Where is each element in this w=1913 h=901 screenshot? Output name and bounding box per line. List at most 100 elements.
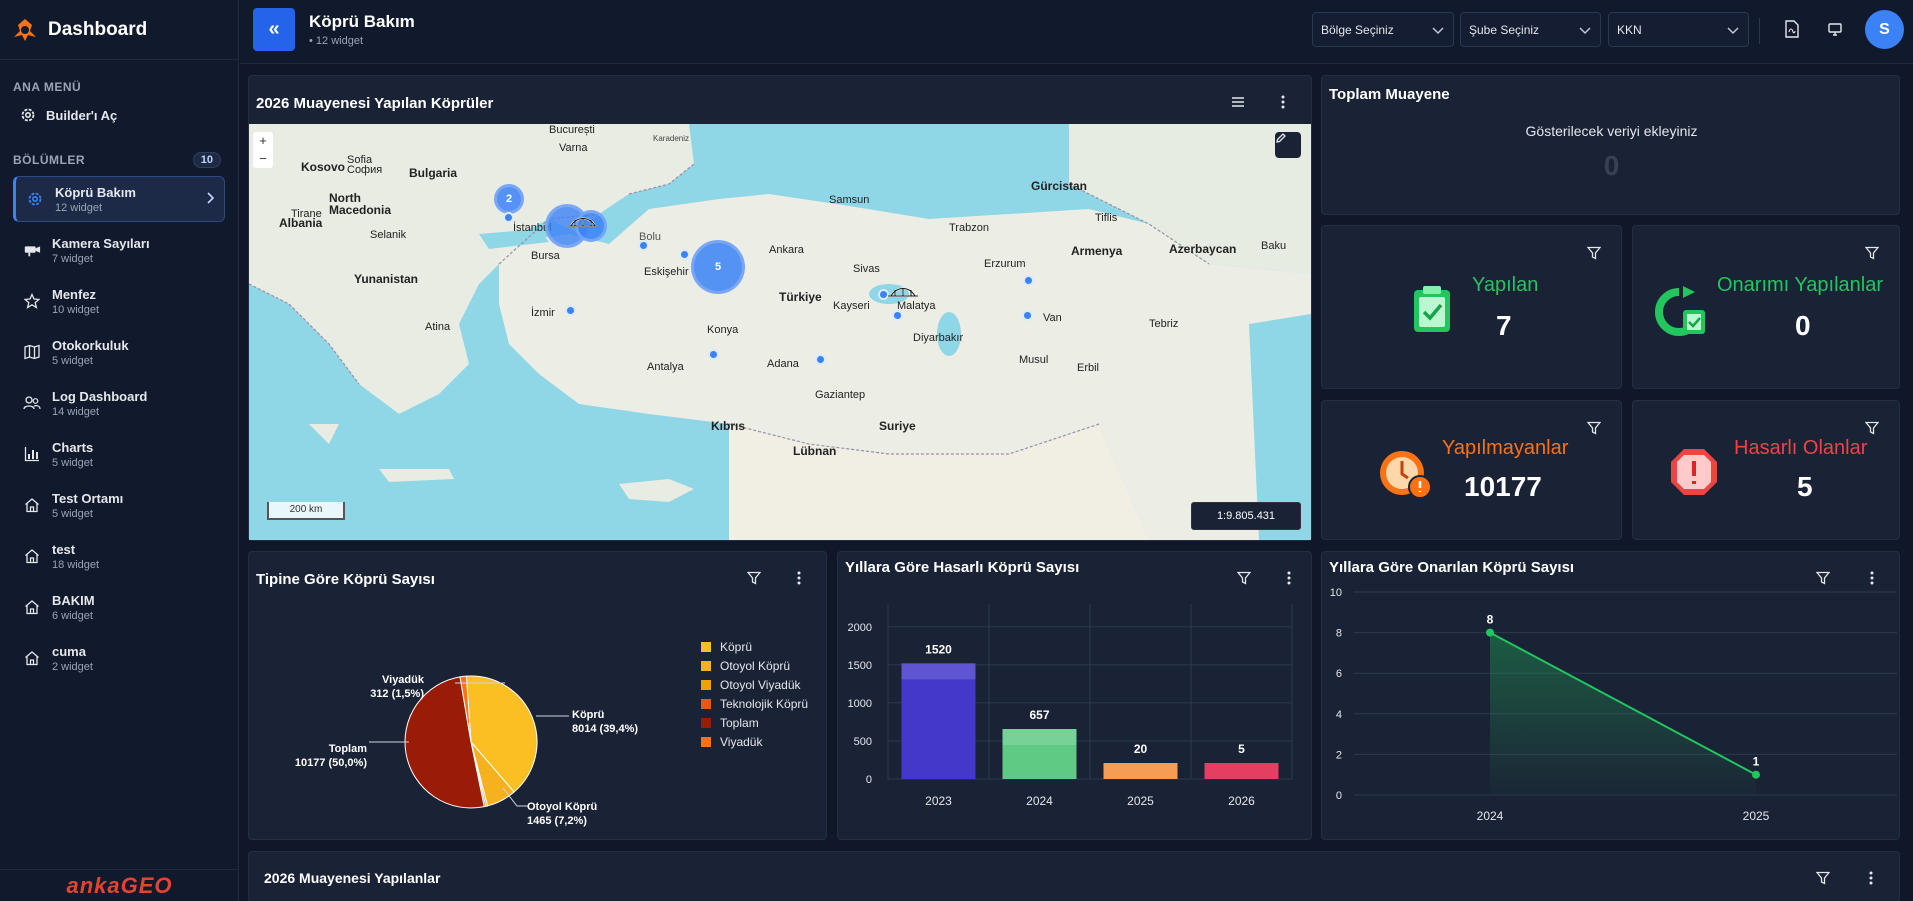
branch-select[interactable]: Şube Seçiniz xyxy=(1460,12,1601,47)
line-point[interactable] xyxy=(1486,628,1494,637)
pencil-icon xyxy=(1276,133,1286,143)
filter-icon[interactable] xyxy=(1584,418,1604,438)
ankageo-logo: ankaGEO xyxy=(66,872,173,898)
bar-data-label: 1520 xyxy=(925,642,952,656)
map-label-erbil: Erbil xyxy=(1077,362,1100,374)
bridge-map[interactable]: Karadeniz Bulgaria Sofia София Kosovo No… xyxy=(249,124,1311,540)
zoom-in-button[interactable]: + xyxy=(253,132,273,150)
builder-open-button[interactable]: Builder'ı Aç xyxy=(0,100,238,130)
sidebar-item-sub: 18 widget xyxy=(52,558,100,571)
sidebar-item-otokorkuluk[interactable]: Otokorkuluk 5 widget xyxy=(13,329,225,375)
pie-callout-viyaduk: Viyadük xyxy=(382,674,425,686)
sidebar-item-label: Log Dashboard xyxy=(52,388,148,404)
map-label-musul: Musul xyxy=(1019,354,1049,366)
sidebar-item-kamera-sayilari[interactable]: Kamera Sayıları 7 widget xyxy=(13,227,225,273)
map-label-selanik: Selanik xyxy=(370,229,407,241)
stat-card-completed: Yapılan 7 xyxy=(1321,225,1622,389)
kkn-select[interactable]: KKN xyxy=(1608,12,1749,47)
map-label-bucuresti: București xyxy=(549,124,595,136)
dashboard-logo-icon xyxy=(14,18,36,41)
sections-count-badge: 10 xyxy=(192,152,221,168)
user-avatar[interactable]: S xyxy=(1865,10,1904,49)
filter-icon[interactable] xyxy=(1584,243,1604,263)
more-vertical-icon[interactable] xyxy=(1273,92,1293,112)
users-icon xyxy=(23,394,41,412)
sidebar-item-test[interactable]: test 18 widget xyxy=(13,533,225,579)
bridge-marker-icon[interactable] xyxy=(567,214,599,230)
map-cluster[interactable]: 2 xyxy=(494,184,524,214)
map-marker[interactable] xyxy=(815,354,826,365)
sections-nav: Köprü Bakım 12 widget Kamera Sayıları 7 wi… xyxy=(0,176,238,681)
zoom-out-button[interactable]: − xyxy=(253,150,273,168)
map-marker[interactable] xyxy=(638,240,649,251)
gear-icon xyxy=(26,190,44,208)
sidebar-item-log-dashboard[interactable]: Log Dashboard 14 widget xyxy=(13,380,225,426)
pdf-export-icon[interactable] xyxy=(1780,17,1804,41)
map-label-bursa: Bursa xyxy=(531,250,560,262)
clock-alert-icon xyxy=(1380,451,1432,499)
legend-swatch xyxy=(701,699,711,709)
sections-label: BÖLÜMLER xyxy=(13,153,85,167)
collapse-sidebar-button[interactable]: « xyxy=(253,8,295,51)
pie-chart-panel: Tipine Göre Köprü Sayısı Köprü Otoyol Köp… xyxy=(248,551,827,840)
map-marker[interactable] xyxy=(708,349,719,360)
sidebar-item-bakim[interactable]: BAKIM 6 widget xyxy=(13,584,225,630)
map-edit-button[interactable] xyxy=(1275,132,1301,158)
map-marker[interactable] xyxy=(892,310,903,321)
map-label-lubnan: Lübnan xyxy=(793,444,837,458)
map-label-van: Van xyxy=(1043,312,1062,324)
line-chart: 0 2 4 6 8 10 8 2024 1 2025 xyxy=(1330,587,1897,823)
bridge-marker-icon[interactable] xyxy=(887,284,919,300)
sidebar-item-menfez[interactable]: Menfez 10 widget xyxy=(13,278,225,324)
map-label-samsun: Samsun xyxy=(829,194,870,206)
filter-icon[interactable] xyxy=(1862,418,1882,438)
map-cluster[interactable]: 5 xyxy=(691,240,745,294)
map-marker[interactable] xyxy=(1023,275,1034,286)
camera-icon xyxy=(23,241,41,259)
map-marker[interactable] xyxy=(565,305,576,316)
bar-highlight xyxy=(1204,763,1279,779)
map-label-bulgaria: Bulgaria xyxy=(409,166,458,180)
stat-label: Yapılmayanlar xyxy=(1442,437,1569,459)
more-vertical-icon[interactable] xyxy=(1861,868,1881,888)
region-select[interactable]: Bölge Seçiniz xyxy=(1312,12,1454,47)
map-marker[interactable] xyxy=(679,249,690,260)
stat-value: 7 xyxy=(1496,310,1512,341)
pie-callout-otoyol: Otoyol Köprü xyxy=(527,801,597,813)
bar-chart: 0 500 1000 1500 2000 1520 2023 657 2024 20 2025 5 20… xyxy=(848,604,1293,808)
pie-chart: Köprü Otoyol Köprü Otoyol Viyadük Teknoloji… xyxy=(295,640,808,827)
point-data-label: 1 xyxy=(1753,755,1760,769)
stat-card-repaired: Onarımı Yapılanlar 0 xyxy=(1632,225,1900,389)
sidebar-item-charts[interactable]: Charts 5 widget xyxy=(13,431,225,477)
y-tick-label: 0 xyxy=(866,774,872,786)
bar[interactable] xyxy=(901,663,976,779)
more-vertical-icon[interactable] xyxy=(789,568,809,588)
brand[interactable]: Dashboard xyxy=(0,0,238,60)
stat-card-damaged: Hasarlı Olanlar 5 xyxy=(1632,400,1900,540)
legend-swatch xyxy=(701,737,711,747)
map-label-sivas: Sivas xyxy=(853,263,880,275)
sidebar-item-label: cuma xyxy=(52,643,86,659)
monitor-icon[interactable] xyxy=(1823,17,1847,41)
pie-callout-kopru: Köprü xyxy=(572,709,604,721)
map-label-suriye: Suriye xyxy=(879,419,916,433)
map-marker[interactable] xyxy=(503,212,514,223)
sidebar-item-test-ortami[interactable]: Test Ortamı 5 widget xyxy=(13,482,225,528)
map-label-gaziantep: Gaziantep xyxy=(815,389,866,401)
map-marker[interactable] xyxy=(1022,310,1033,321)
region-select-value: Bölge Seçiniz xyxy=(1321,22,1394,37)
filter-icon[interactable] xyxy=(1862,243,1882,263)
sidebar-item-kopru-bakim[interactable]: Köprü Bakım 12 widget xyxy=(13,176,225,222)
map-label-kosovo: Kosovo xyxy=(301,160,346,174)
filter-icon[interactable] xyxy=(744,568,764,588)
legend-swatch xyxy=(701,642,711,652)
filter-icon[interactable] xyxy=(1813,868,1833,888)
stat-label: Onarımı Yapılanlar xyxy=(1717,274,1884,296)
stat-label: Yapılan xyxy=(1472,274,1539,296)
stat-card-not-done: Yapılmayanlar 10177 xyxy=(1321,400,1622,540)
y-tick-label: 500 xyxy=(854,736,872,748)
list-icon[interactable] xyxy=(1228,92,1248,112)
line-point[interactable] xyxy=(1752,770,1760,779)
map-zoom-control[interactable]: + − xyxy=(253,132,273,168)
sidebar-item-cuma[interactable]: cuma 2 widget xyxy=(13,635,225,681)
